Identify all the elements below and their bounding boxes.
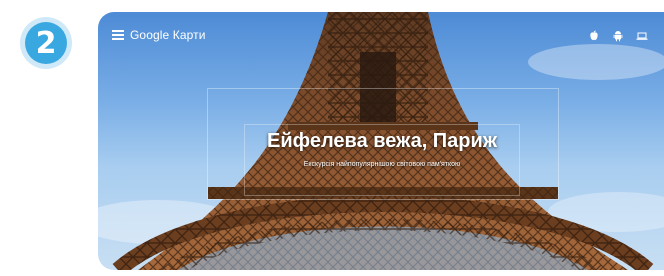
platform-icons [588,30,648,42]
place-title: Ейфелева вежа, Париж [266,130,497,152]
street-view-card[interactable]: Google Карти Ейфелева вежа, Париж Екскур… [98,12,664,270]
laptop-icon[interactable] [636,30,648,42]
android-icon[interactable] [612,30,624,42]
step-number-badge: 2 [20,17,72,69]
header-bar: Google Карти [98,12,664,58]
hamburger-menu-icon[interactable] [112,30,124,40]
place-subtitle: Екскурсія найпопулярнішою світовою пам'я… [303,161,461,168]
step-number: 2 [25,22,67,64]
app-title: Google Карти [130,28,206,42]
apple-icon[interactable] [588,30,600,42]
